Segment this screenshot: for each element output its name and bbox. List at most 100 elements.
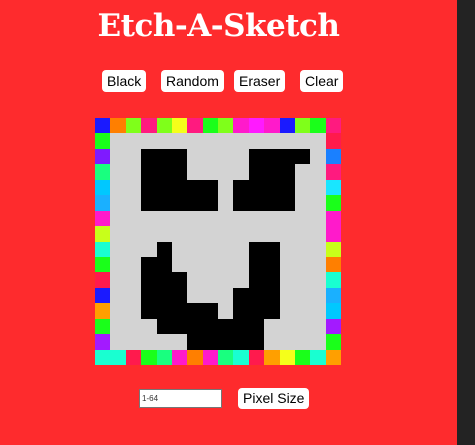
grid-cell[interactable] (187, 148, 203, 165)
grid-cell[interactable] (156, 133, 172, 149)
grid-cell[interactable] (310, 148, 326, 165)
grid-cell[interactable] (202, 164, 218, 180)
grid-cell[interactable] (218, 226, 234, 242)
grid-cell[interactable] (156, 349, 172, 365)
grid-cell[interactable] (171, 210, 188, 227)
grid-cell[interactable] (264, 148, 280, 165)
grid-cell[interactable] (248, 179, 265, 196)
grid-cell[interactable] (248, 226, 265, 242)
grid-cell[interactable] (95, 241, 111, 257)
grid-cell[interactable] (95, 179, 111, 196)
grid-cell[interactable] (156, 148, 172, 165)
grid-cell[interactable] (202, 272, 218, 288)
grid-cell[interactable] (294, 148, 311, 165)
grid-cell[interactable] (95, 287, 111, 304)
grid-cell[interactable] (141, 241, 157, 257)
grid-cell[interactable] (141, 118, 157, 134)
grid-cell[interactable] (156, 164, 172, 180)
grid-cell[interactable] (171, 241, 188, 257)
grid-cell[interactable] (248, 133, 265, 149)
grid-cell[interactable] (95, 334, 111, 350)
grid-cell[interactable] (264, 272, 280, 288)
grid-cell[interactable] (325, 303, 341, 319)
grid-cell[interactable] (202, 226, 218, 242)
grid-cell[interactable] (218, 256, 234, 273)
grid-cell[interactable] (264, 210, 280, 227)
grid-cell[interactable] (171, 318, 188, 335)
grid-cell[interactable] (156, 287, 172, 304)
grid-cell[interactable] (218, 272, 234, 288)
grid-cell[interactable] (156, 272, 172, 288)
grid-cell[interactable] (294, 226, 311, 242)
grid-cell[interactable] (310, 334, 326, 350)
grid-cell[interactable] (110, 287, 126, 304)
grid-cell[interactable] (233, 272, 249, 288)
grid-cell[interactable] (202, 195, 218, 211)
grid-cell[interactable] (294, 118, 311, 134)
grid-cell[interactable] (294, 303, 311, 319)
grid-cell[interactable] (95, 349, 111, 365)
grid-cell[interactable] (248, 148, 265, 165)
grid-cell[interactable] (171, 179, 188, 196)
grid-cell[interactable] (294, 133, 311, 149)
grid-cell[interactable] (310, 241, 326, 257)
grid-cell[interactable] (141, 272, 157, 288)
grid-cell[interactable] (248, 318, 265, 335)
grid-cell[interactable] (233, 318, 249, 335)
grid-cell[interactable] (202, 241, 218, 257)
grid-cell[interactable] (171, 272, 188, 288)
grid-cell[interactable] (141, 164, 157, 180)
grid-cell[interactable] (110, 318, 126, 335)
grid-cell[interactable] (110, 148, 126, 165)
grid-cell[interactable] (233, 256, 249, 273)
grid-cell[interactable] (95, 133, 111, 149)
grid-cell[interactable] (141, 179, 157, 196)
grid-cell[interactable] (125, 349, 142, 365)
grid-cell[interactable] (141, 210, 157, 227)
grid-cell[interactable] (325, 334, 341, 350)
grid-cell[interactable] (110, 164, 126, 180)
grid-cell[interactable] (141, 318, 157, 335)
grid-cell[interactable] (264, 164, 280, 180)
grid-cell[interactable] (202, 133, 218, 149)
grid-cell[interactable] (141, 148, 157, 165)
grid-cell[interactable] (279, 164, 295, 180)
grid-cell[interactable] (264, 118, 280, 134)
grid-cell[interactable] (264, 256, 280, 273)
grid-cell[interactable] (202, 118, 218, 134)
grid-cell[interactable] (233, 118, 249, 134)
grid-cell[interactable] (110, 118, 126, 134)
grid-cell[interactable] (141, 287, 157, 304)
grid-cell[interactable] (233, 210, 249, 227)
grid-cell[interactable] (141, 195, 157, 211)
grid-cell[interactable] (325, 118, 341, 134)
grid-cell[interactable] (248, 210, 265, 227)
grid-cell[interactable] (233, 303, 249, 319)
grid-cell[interactable] (233, 287, 249, 304)
grid-cell[interactable] (294, 195, 311, 211)
grid-cell[interactable] (325, 241, 341, 257)
grid-cell[interactable] (110, 303, 126, 319)
grid-cell[interactable] (218, 349, 234, 365)
grid-cell[interactable] (218, 148, 234, 165)
grid-cell[interactable] (187, 287, 203, 304)
grid-cell[interactable] (156, 195, 172, 211)
grid-cell[interactable] (125, 256, 142, 273)
grid-cell[interactable] (325, 287, 341, 304)
grid-cell[interactable] (325, 256, 341, 273)
grid-cell[interactable] (294, 164, 311, 180)
grid-cell[interactable] (294, 179, 311, 196)
grid-cell[interactable] (279, 256, 295, 273)
grid-cell[interactable] (264, 195, 280, 211)
grid-cell[interactable] (156, 179, 172, 196)
grid-cell[interactable] (156, 303, 172, 319)
grid-cell[interactable] (202, 210, 218, 227)
grid-cell[interactable] (156, 226, 172, 242)
clear-button[interactable]: Clear (300, 70, 344, 92)
grid-cell[interactable] (310, 303, 326, 319)
grid-cell[interactable] (279, 226, 295, 242)
grid-cell[interactable] (202, 318, 218, 335)
grid-cell[interactable] (325, 148, 341, 165)
grid-cell[interactable] (141, 334, 157, 350)
grid-cell[interactable] (233, 334, 249, 350)
